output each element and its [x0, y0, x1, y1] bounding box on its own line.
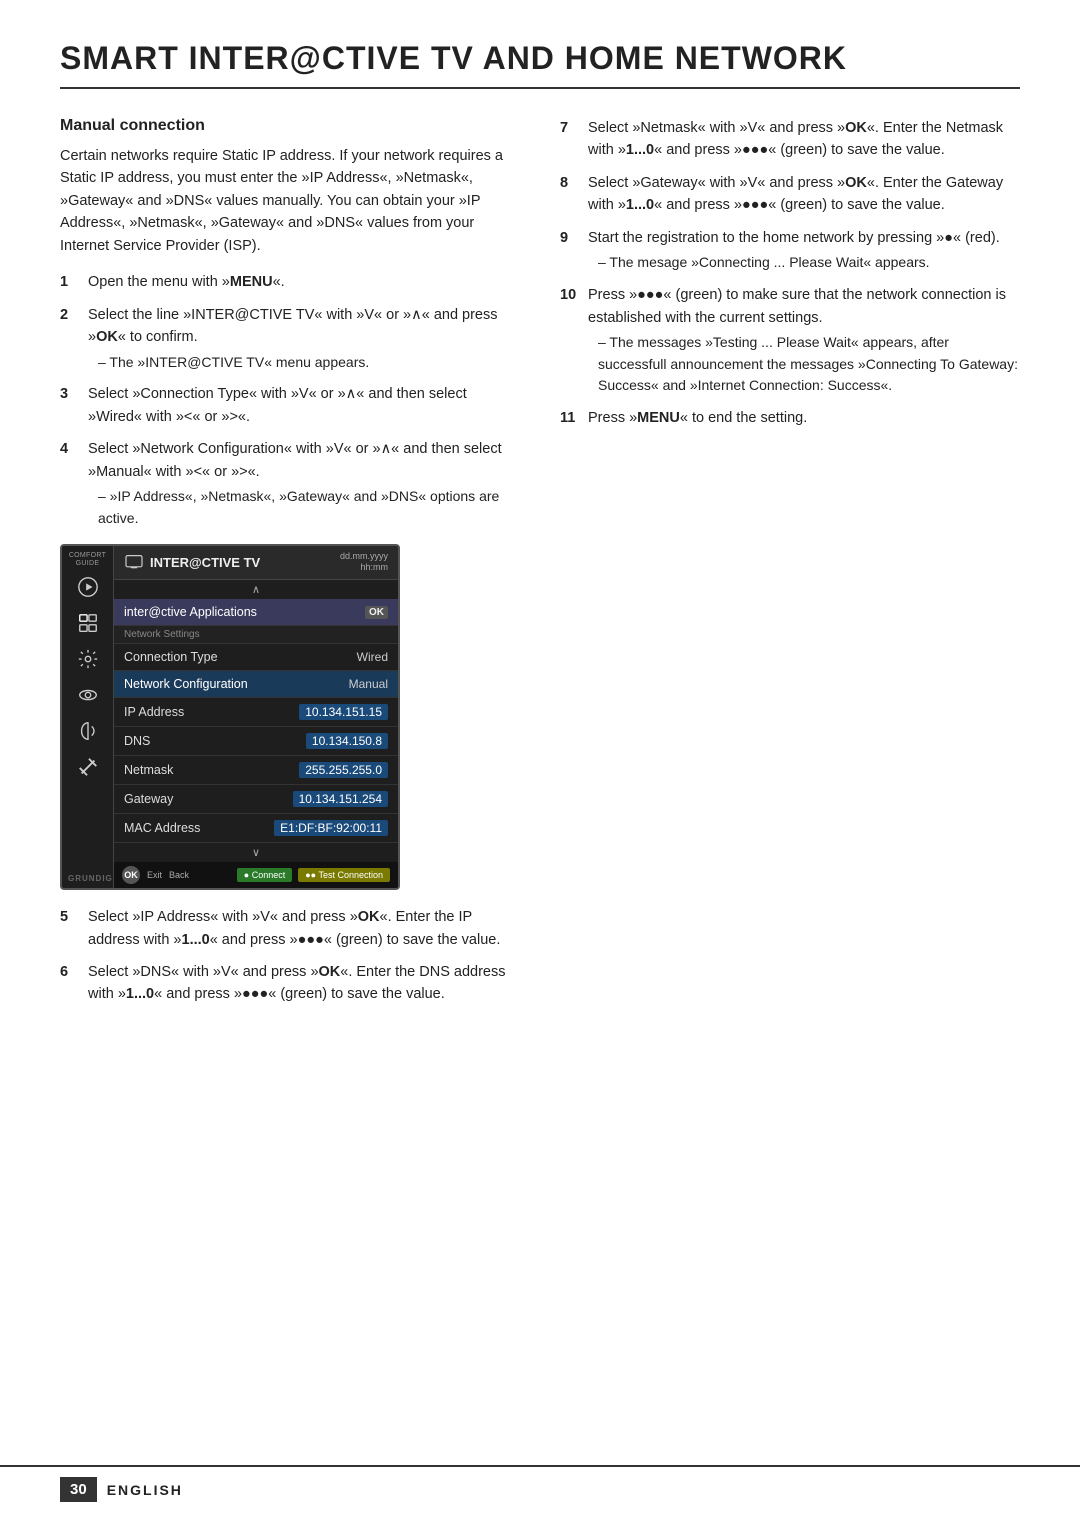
intro-text: Certain networks require Static IP addre…	[60, 145, 520, 257]
tv-row-connection-type: Connection Type Wired	[114, 644, 398, 671]
grundig-logo: GRUNDIG	[68, 874, 113, 883]
play-icon	[71, 572, 105, 602]
footer-label: ENGLISH	[107, 1482, 183, 1498]
step-7: 7 Select »Netmask« with »V« and press »O…	[560, 117, 1020, 162]
tv-row-network-config: Network Configuration Manual	[114, 671, 398, 698]
step-number: 5	[60, 906, 82, 928]
right-column: 7 Select »Netmask« with »V« and press »O…	[560, 117, 1020, 1016]
tv-row-mac: MAC Address E1:DF:BF:92:00:11	[114, 814, 398, 843]
step-6: 6 Select »DNS« with »V« and press »OK«. …	[60, 961, 520, 1006]
steps-list-right: 7 Select »Netmask« with »V« and press »O…	[560, 117, 1020, 430]
step-content: Select »Connection Type« with »V« or »∧«…	[88, 383, 520, 428]
section-heading: Manual connection	[60, 117, 520, 135]
step-4: 4 Select »Network Configuration« with »V…	[60, 438, 520, 529]
step-8: 8 Select »Gateway« with »V« and press »O…	[560, 172, 1020, 217]
step-content: Select »Netmask« with »V« and press »OK«…	[588, 117, 1020, 162]
tv-menu-highlighted: inter@ctive Applications OK	[114, 599, 398, 626]
steps-list-bottom: 5 Select »IP Address« with »V« and press…	[60, 906, 520, 1006]
network-icon	[71, 608, 105, 638]
tv-row-netmask: Netmask 255.255.255.0	[114, 756, 398, 785]
tv-logo: INTER@CTIVE TV	[124, 554, 260, 570]
step-9: 9 Start the registration to the home net…	[560, 227, 1020, 274]
page-footer: 30 ENGLISH	[0, 1465, 1080, 1502]
step-11: 11 Press »MENU« to end the setting.	[560, 407, 1020, 429]
step-number: 1	[60, 271, 82, 293]
sub-item: – »IP Address«, »Netmask«, »Gateway« and…	[88, 486, 520, 529]
tv-sidebar: COMFORTGUIDE	[62, 546, 114, 888]
tv-action-buttons: ● Connect ●● Test Connection	[237, 868, 390, 882]
test-connection-button: ●● Test Connection	[298, 868, 390, 882]
connect-button: ● Connect	[237, 868, 292, 882]
settings-icon	[71, 644, 105, 674]
back-label: Back	[169, 870, 189, 880]
step-content: Start the registration to the home netwo…	[588, 227, 1020, 274]
tv-row-gateway: Gateway 10.134.151.254	[114, 785, 398, 814]
sub-item: – The messages »Testing ... Please Wait«…	[588, 332, 1020, 397]
step-number: 8	[560, 172, 582, 194]
audio-icon	[71, 716, 105, 746]
ok-badge: OK	[365, 606, 388, 619]
step-number: 11	[560, 407, 582, 429]
sub-item: – The mesage »Connecting ... Please Wait…	[588, 252, 1020, 274]
step-number: 10	[560, 284, 582, 306]
step-content: Press »MENU« to end the setting.	[588, 407, 1020, 429]
tv-title: INTER@CTIVE TV	[150, 555, 260, 570]
step-content: Select »Network Configuration« with »V« …	[88, 438, 520, 529]
page-number: 30	[60, 1477, 97, 1502]
menu-arrow-up: ∧	[114, 580, 398, 599]
step-content: Select »IP Address« with »V« and press »…	[88, 906, 520, 951]
step-content: Select the line »INTER@CTIVE TV« with »V…	[88, 304, 520, 374]
eye-icon	[71, 680, 105, 710]
step-content: Select »DNS« with »V« and press »OK«. En…	[88, 961, 520, 1006]
tv-section-label: Network Settings	[114, 626, 398, 644]
tv-main-menu: INTER@CTIVE TV dd.mm.yyyy hh:mm ∧	[114, 546, 398, 888]
tv-date: dd.mm.yyyy hh:mm	[340, 551, 388, 574]
tv-row-dns: DNS 10.134.150.8	[114, 727, 398, 756]
step-1: 1 Open the menu with »MENU«.	[60, 271, 520, 293]
menu-arrow-down: ∨	[114, 843, 398, 862]
exit-label: Exit	[147, 870, 162, 880]
step-number: 9	[560, 227, 582, 249]
step-3: 3 Select »Connection Type« with »V« or »…	[60, 383, 520, 428]
step-10: 10 Press »●●●« (green) to make sure that…	[560, 284, 1020, 397]
comfort-guide-label: COMFORTGUIDE	[69, 552, 106, 569]
step-number: 4	[60, 438, 82, 460]
tv-footer: OK Exit Back ● Connect ●● Test Connectio…	[114, 862, 398, 888]
step-number: 6	[60, 961, 82, 983]
step-number: 7	[560, 117, 582, 139]
left-column: Manual connection Certain networks requi…	[60, 117, 520, 1016]
page-title: SMART INTER@CTIVE TV AND HOME NETWORK	[60, 40, 1020, 89]
step-content: Select »Gateway« with »V« and press »OK«…	[588, 172, 1020, 217]
ok-button: OK	[122, 866, 140, 884]
step-number: 3	[60, 383, 82, 405]
step-2: 2 Select the line »INTER@CTIVE TV« with …	[60, 304, 520, 374]
step-content: Press »●●●« (green) to make sure that th…	[588, 284, 1020, 397]
step-5: 5 Select »IP Address« with »V« and press…	[60, 906, 520, 951]
tv-screen-mockup: COMFORTGUIDE	[60, 544, 400, 890]
tv-header: INTER@CTIVE TV dd.mm.yyyy hh:mm	[114, 546, 398, 580]
step-number: 2	[60, 304, 82, 326]
tools-icon	[71, 752, 105, 782]
steps-list-top: 1 Open the menu with »MENU«. 2 Select th…	[60, 271, 520, 529]
step-content: Open the menu with »MENU«.	[88, 271, 520, 293]
tv-row-ip: IP Address 10.134.151.15	[114, 698, 398, 727]
sub-item: – The »INTER@CTIVE TV« menu appears.	[88, 352, 520, 374]
